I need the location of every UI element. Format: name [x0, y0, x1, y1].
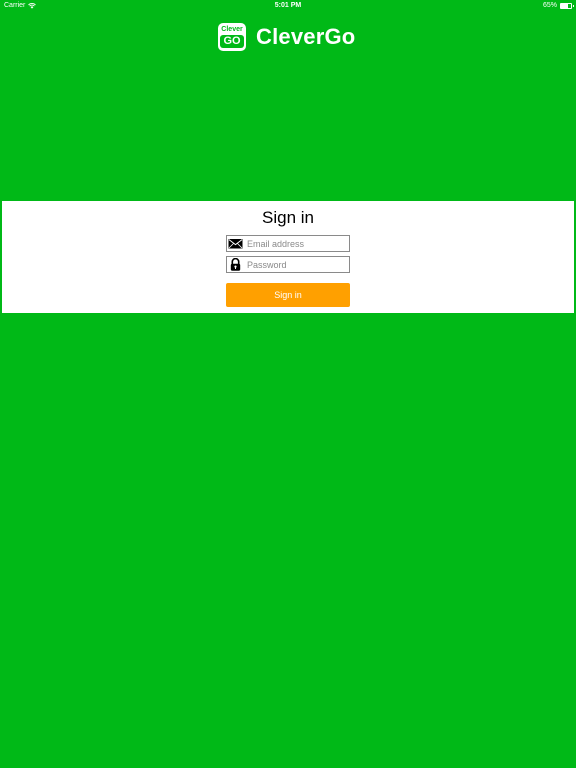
signin-title: Sign in [262, 208, 314, 227]
logo-badge-top: Clever [221, 26, 243, 33]
status-right: 65% [542, 2, 574, 9]
status-time: 5:01 PM [274, 2, 302, 9]
password-input[interactable] [247, 257, 347, 272]
battery-icon [560, 2, 574, 9]
email-input[interactable] [247, 236, 347, 251]
signin-panel: Sign in Sign in [2, 201, 574, 313]
brand-name: CleverGo [256, 24, 356, 49]
clevergo-logo-icon: Clever GO [218, 23, 246, 51]
battery-percent: 65% [542, 2, 557, 9]
brand-header: Clever GO CleverGo [218, 22, 355, 52]
battery-fill [561, 3, 568, 8]
password-field[interactable] [226, 256, 350, 273]
envelope-icon [228, 239, 243, 249]
lock-icon [230, 258, 241, 271]
signin-button[interactable]: Sign in [226, 283, 350, 307]
status-bar: Carrier 5:01 PM 65% [0, 0, 576, 12]
email-field[interactable] [226, 235, 350, 252]
logo-badge-bottom: GO [220, 35, 244, 48]
